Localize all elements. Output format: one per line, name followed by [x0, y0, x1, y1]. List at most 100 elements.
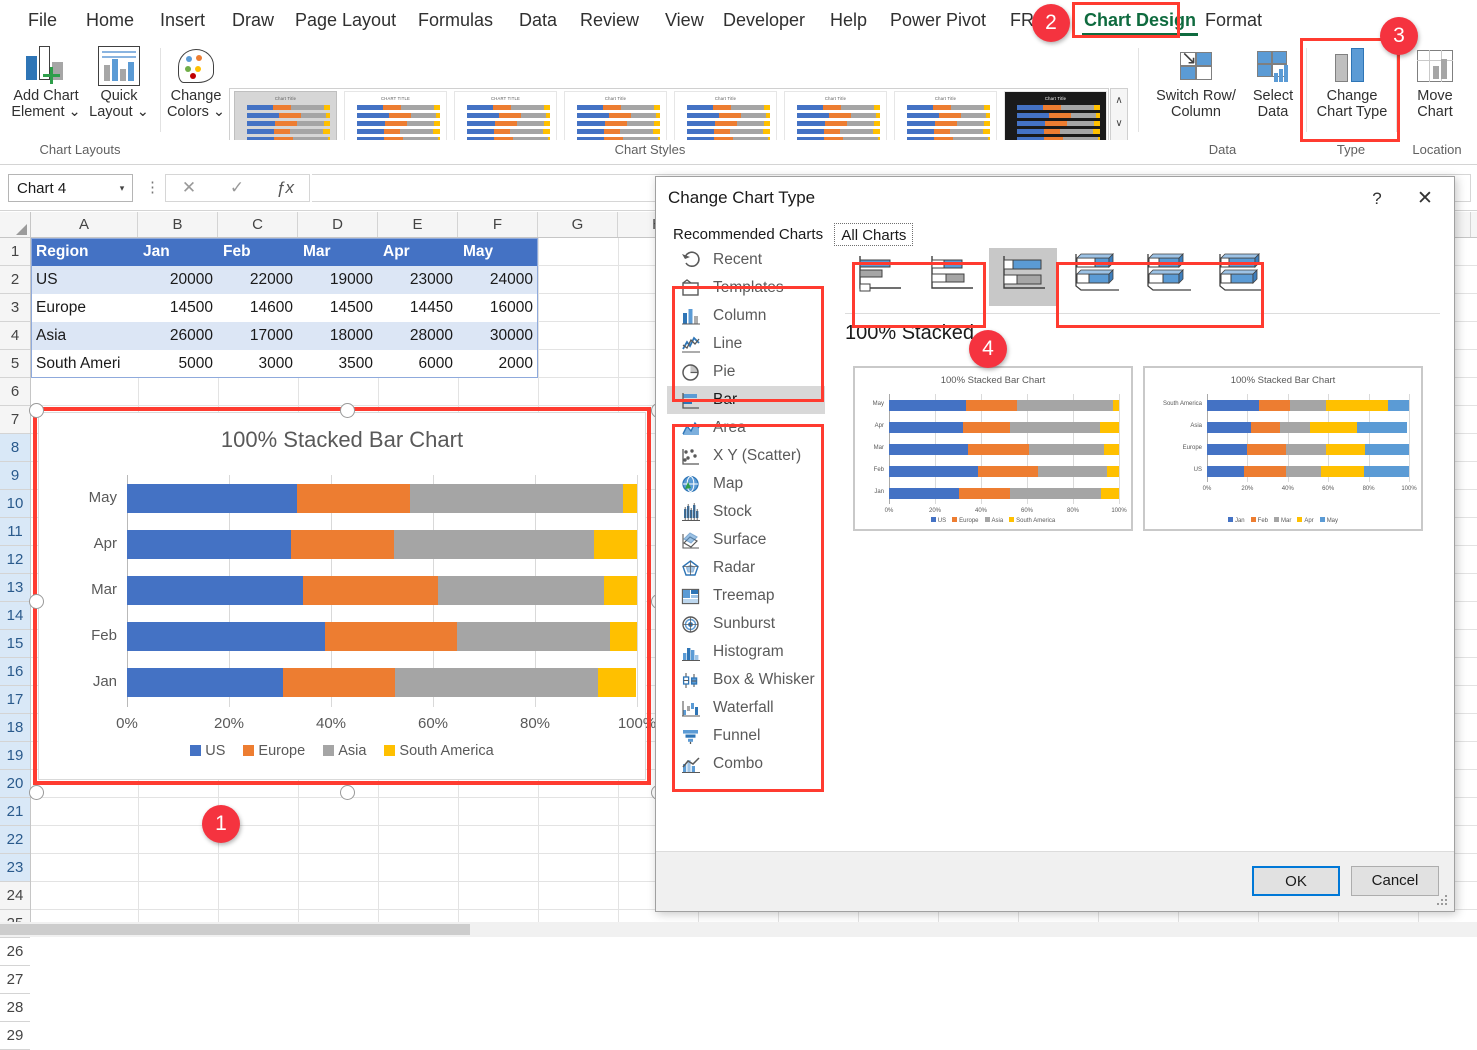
chart-segment-asia[interactable] [456, 622, 610, 651]
column-header-G[interactable]: G [538, 212, 618, 237]
column-header-C[interactable]: C [218, 212, 298, 237]
chart-segment-europe[interactable] [302, 576, 438, 605]
chart-bar-may[interactable] [127, 484, 637, 513]
select-all-corner[interactable] [0, 212, 31, 237]
resize-grip[interactable] [1437, 895, 1449, 907]
chart-subtype-1[interactable] [845, 248, 913, 306]
chart-type-nav-waterfall[interactable]: Waterfall [667, 694, 825, 722]
row-header-21[interactable]: 21 [0, 798, 30, 826]
chart-subtype-5[interactable] [1133, 248, 1201, 306]
row-header-3[interactable]: 3 [0, 294, 30, 322]
row-header-26[interactable]: 26 [0, 938, 30, 966]
legend-item-us[interactable]: US [190, 743, 225, 759]
ribbon-tab-page-layout[interactable]: Page Layout [285, 6, 406, 34]
chart-bar-feb[interactable] [127, 622, 637, 651]
formula-bar-more-icon[interactable]: ⋮ [145, 178, 160, 196]
chart-segment-us[interactable] [127, 576, 303, 605]
row-header-5[interactable]: 5 [0, 350, 30, 378]
legend-item-europe[interactable]: Europe [243, 743, 305, 759]
chart-segment-europe[interactable] [282, 668, 396, 697]
chart-type-nav-histogram[interactable]: Histogram [667, 638, 825, 666]
chart-type-nav-column[interactable]: Column [667, 302, 825, 330]
row-header-22[interactable]: 22 [0, 826, 30, 854]
select-data-button[interactable]: Select Data [1242, 46, 1304, 120]
chart-type-nav-box-whisker[interactable]: Box & Whisker [667, 666, 825, 694]
chart-segment-europe[interactable] [291, 530, 395, 559]
row-header-24[interactable]: 24 [0, 882, 30, 910]
ribbon-tab-chart-design[interactable]: Chart Design [1074, 6, 1206, 36]
row-header-17[interactable]: 17 [0, 686, 30, 714]
row-header-2[interactable]: 2 [0, 266, 30, 294]
confirm-formula-icon[interactable]: ✓ [214, 175, 260, 201]
legend-item-south-america[interactable]: South America [384, 743, 494, 759]
chart-object[interactable]: 100% Stacked Bar Chart May Apr Mar Feb Jan 0%… [38, 412, 656, 780]
switch-row-column-button[interactable]: ↘ Switch Row/ Column [1148, 46, 1244, 120]
chart-type-nav-radar[interactable]: Radar [667, 554, 825, 582]
row-header-23[interactable]: 23 [0, 854, 30, 882]
chart-segment-south-america[interactable] [597, 668, 637, 697]
cancel-button[interactable]: Cancel [1351, 866, 1439, 896]
change-chart-type-button[interactable]: Change Chart Type [1310, 46, 1394, 120]
chart-bar-apr[interactable] [127, 530, 637, 559]
row-header-9[interactable]: 9 [0, 462, 30, 490]
chart-subtype-4[interactable] [1061, 248, 1129, 306]
chart-type-nav-map[interactable]: Map [667, 470, 825, 498]
chart-type-nav-area[interactable]: Area [667, 414, 825, 442]
chart-segment-asia[interactable] [437, 576, 605, 605]
chart-segment-us[interactable] [127, 622, 326, 651]
ribbon-tab-view[interactable]: View [655, 6, 714, 34]
row-header-16[interactable]: 16 [0, 658, 30, 686]
chart-type-nav-funnel[interactable]: Funnel [667, 722, 825, 750]
chart-segment-us[interactable] [127, 484, 297, 513]
chart-type-nav-templates[interactable]: Templates [667, 274, 825, 302]
name-box-dropdown-icon[interactable]: ▾ [112, 174, 132, 202]
help-icon[interactable]: ? [1358, 185, 1396, 213]
gallery-scroll-down[interactable]: ∨ [1111, 112, 1127, 135]
row-header-18[interactable]: 18 [0, 714, 30, 742]
chart-type-nav-pie[interactable]: Pie [667, 358, 825, 386]
ribbon-tab-help[interactable]: Help [820, 6, 877, 34]
ribbon-tab-review[interactable]: Review [570, 6, 649, 34]
chart-type-nav-recent[interactable]: Recent [667, 246, 825, 274]
chart-type-nav-stock[interactable]: Stock [667, 498, 825, 526]
quick-layout-button[interactable]: Quick Layout ⌄ [84, 46, 154, 120]
chart-type-nav-sunburst[interactable]: Sunburst [667, 610, 825, 638]
ribbon-tab-developer[interactable]: Developer [713, 6, 815, 34]
chart-type-nav-bar[interactable]: Bar [667, 386, 825, 414]
row-header-29[interactable]: 29 [0, 1022, 30, 1050]
row-header-20[interactable]: 20 [0, 770, 30, 798]
chart-segment-south-america[interactable] [622, 484, 637, 513]
change-colors-button[interactable]: Change Colors ⌄ [164, 46, 228, 120]
ribbon-tab-format[interactable]: Format [1195, 6, 1272, 34]
column-header-B[interactable]: B [138, 212, 218, 237]
chart-segment-us[interactable] [127, 668, 283, 697]
chart-type-nav-line[interactable]: Line [667, 330, 825, 358]
chart-preview-2[interactable]: 100% Stacked Bar Chart South America Asia E… [1143, 366, 1423, 531]
column-header-A[interactable]: A [31, 212, 138, 237]
add-chart-element-button[interactable]: Add Chart Element ⌄ [10, 46, 82, 120]
chart-type-nav-x-y-scatter-[interactable]: X Y (Scatter) [667, 442, 825, 470]
row-header-11[interactable]: 11 [0, 518, 30, 546]
row-header-13[interactable]: 13 [0, 574, 30, 602]
row-header-7[interactable]: 7 [0, 406, 30, 434]
ribbon-tab-insert[interactable]: Insert [150, 6, 215, 34]
row-header-14[interactable]: 14 [0, 602, 30, 630]
chart-type-nav-treemap[interactable]: Treemap [667, 582, 825, 610]
chart-segment-europe[interactable] [325, 622, 457, 651]
chart-bar-jan[interactable] [127, 668, 637, 697]
row-header-4[interactable]: 4 [0, 322, 30, 350]
column-header-F[interactable]: F [458, 212, 538, 237]
dialog-tab-all-charts[interactable]: All Charts [834, 223, 914, 246]
ok-button[interactable]: OK [1252, 866, 1340, 896]
chart-subtype-2[interactable] [917, 248, 985, 306]
chart-segment-asia[interactable] [395, 668, 598, 697]
insert-function-icon[interactable]: ƒx [262, 175, 308, 201]
chart-segment-asia[interactable] [394, 530, 595, 559]
legend-item-asia[interactable]: Asia [323, 743, 366, 759]
ribbon-tab-draw[interactable]: Draw [222, 6, 284, 34]
row-header-28[interactable]: 28 [0, 994, 30, 1022]
chart-segment-south-america[interactable] [594, 530, 637, 559]
chart-subtype-3[interactable] [989, 248, 1057, 306]
chart-type-nav-combo[interactable]: Combo [667, 750, 825, 778]
close-icon[interactable]: ✕ [1406, 185, 1444, 213]
